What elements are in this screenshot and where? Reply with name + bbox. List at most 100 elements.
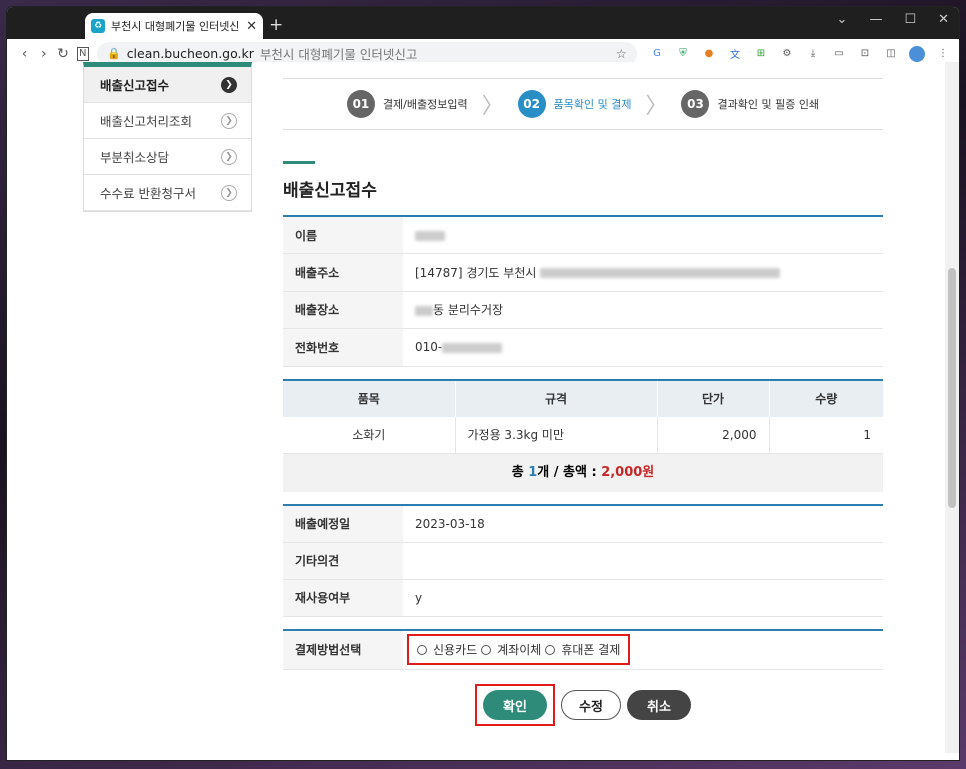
address-value: [14787] 경기도 부천시 (403, 253, 883, 292)
place-value: 동 분리수거장 (403, 291, 883, 329)
site-favicon-icon: ♻ (91, 19, 105, 33)
table-row: 배출주소 [14787] 경기도 부천시 (283, 253, 883, 292)
sidebar-menu: 배출신고접수 ❯ 배출신고처리조회 ❯ 부분취소상담 ❯ 수수료 반환청구서 ❯ (83, 62, 252, 212)
back-icon[interactable]: ‹ (15, 46, 34, 62)
reuse-label: 재사용여부 (283, 579, 403, 617)
confirm-highlight: 확인 (475, 684, 555, 726)
table-row: 배출장소 동 분리수거장 (283, 291, 883, 329)
sidebar-item-partial-cancel[interactable]: 부분취소상담 ❯ (84, 139, 251, 175)
col-item: 품목 (283, 379, 456, 417)
sidebar-item-report[interactable]: 배출신고접수 ❯ (84, 67, 251, 103)
name-value (403, 216, 883, 254)
total-mid: 개 / 총액 : (537, 465, 602, 480)
step-1: 01 결제/배출정보입력 (346, 90, 468, 118)
scrollbar-thumb[interactable] (948, 268, 956, 508)
step-label: 결제/배출정보입력 (382, 98, 468, 111)
redacted-text (540, 268, 781, 279)
total-count: 1 (528, 465, 538, 480)
sidebar-item-refund[interactable]: 수수료 반환청구서 ❯ (84, 175, 251, 211)
table-row: 이름 (283, 216, 883, 254)
payment-table: 결제방법선택 신용카드 계좌이체 휴대폰 결제 (283, 628, 883, 670)
table-header-row: 품목 규격 단가 수량 (283, 379, 883, 417)
minimize-icon[interactable]: — (869, 12, 882, 27)
step-3: 03 결과확인 및 필증 인쇄 (681, 90, 819, 118)
maximize-icon[interactable]: ☐ (904, 12, 916, 27)
section-title: 배출신고접수 (283, 181, 377, 201)
page-scrollbar[interactable] (945, 62, 959, 753)
memo-value (403, 542, 883, 580)
window-controls: ⌄ — ☐ ✕ (837, 12, 949, 27)
arrow-right-icon: ❯ (221, 148, 237, 165)
address-prefix: [14787] 경기도 부천시 (415, 265, 537, 280)
extension-g-icon[interactable]: G (649, 46, 665, 62)
payment-label: 결제방법선택 (283, 629, 403, 670)
tab-search-icon[interactable]: ⌄ (837, 12, 848, 27)
reload-icon[interactable]: ↻ (53, 46, 72, 62)
puzzle-icon[interactable]: ⚙ (779, 46, 795, 62)
menu-dots-icon[interactable]: ⋮ (935, 46, 951, 62)
sidebar-item-label: 배출신고처리조회 (100, 114, 193, 129)
browser-tab[interactable]: ♻ 부천시 대형폐기물 인터넷신 ✕ (85, 13, 263, 39)
side-panel-icon[interactable]: ◫ (883, 46, 899, 62)
lock-icon[interactable]: 🔒 (107, 47, 121, 60)
sidebar-item-lookup[interactable]: 배출신고처리조회 ❯ (84, 103, 251, 139)
extension-person-icon[interactable]: ● (701, 46, 717, 62)
step-2: 02 품목확인 및 결제 (517, 90, 632, 118)
new-tab-icon[interactable]: + (269, 15, 283, 35)
table-row: 배출예정일 2023-03-18 (283, 505, 883, 543)
radio-bank-transfer[interactable] (481, 644, 492, 655)
step-label: 품목확인 및 결제 (553, 98, 632, 111)
redacted-text (442, 342, 503, 353)
total-summary: 총 1개 / 총액 : 2,000원 (283, 454, 883, 492)
cancel-button[interactable]: 취소 (627, 690, 691, 720)
phone-label: 전화번호 (283, 328, 403, 367)
name-label: 이름 (283, 216, 403, 254)
payment-options: 신용카드 계좌이체 휴대폰 결제 (407, 634, 631, 666)
bookmark-star-icon[interactable]: ☆ (616, 46, 627, 61)
edit-button[interactable]: 수정 (561, 690, 621, 720)
payment-options-cell: 신용카드 계좌이체 휴대폰 결제 (403, 629, 883, 670)
applicant-info-table: 이름 배출주소 [14787] 경기도 부천시 배출장소 동 분리수거장 전화번… (283, 215, 883, 367)
section-accent-line (283, 161, 315, 164)
main-content: 01 결제/배출정보입력 〉 02 품목확인 및 결제 〉 03 결과확인 및 … (283, 62, 883, 726)
shield-icon[interactable]: ⛨ (675, 46, 691, 62)
forward-icon[interactable]: › (34, 46, 53, 62)
download-icon[interactable]: ⤓ (805, 46, 821, 62)
close-window-icon[interactable]: ✕ (938, 12, 949, 27)
extension-icons: G ⛨ ● 文 ⊞ ⚙ ⤓ ▭ ⊡ ◫ ⋮ (649, 45, 951, 62)
step-number: 01 (346, 90, 375, 118)
translate-icon[interactable]: 文 (727, 46, 743, 62)
items-table: 품목 규격 단가 수량 소화기 가정용 3.3kg 미만 2,000 1 (283, 378, 883, 454)
action-buttons: 확인 수정 취소 (283, 684, 883, 726)
screenshot-icon[interactable]: ⊡ (857, 46, 873, 62)
place-text: 동 분리수거장 (433, 303, 504, 318)
total-prefix: 총 (511, 465, 529, 480)
sidebar-item-label: 부분취소상담 (100, 150, 170, 165)
url-host: clean.bucheon.go.kr (126, 46, 254, 61)
col-qty: 수량 (769, 379, 883, 417)
step-label: 결과확인 및 필증 인쇄 (717, 98, 820, 111)
url-page-title: 부천시 대형폐기물 인터넷신고 (259, 47, 418, 62)
radio-credit-card[interactable] (417, 644, 427, 655)
memo-label: 기타의견 (283, 542, 403, 580)
place-label: 배출장소 (283, 291, 403, 329)
redacted-text (415, 305, 433, 316)
arrow-right-icon: ❯ (221, 184, 237, 201)
confirm-button[interactable]: 확인 (483, 690, 547, 720)
extension-plus-icon[interactable]: ⊞ (753, 46, 769, 62)
profile-avatar-icon[interactable] (908, 45, 925, 62)
price-cell: 2,000 (657, 416, 770, 454)
table-row: 기타의견 (283, 542, 883, 580)
table-row: 소화기 가정용 3.3kg 미만 2,000 1 (283, 416, 883, 454)
total-amount: 2,000원 (601, 465, 655, 480)
option-label: 휴대폰 결제 (561, 643, 621, 658)
extra-info-table: 배출예정일 2023-03-18 기타의견 재사용여부 y (283, 504, 883, 617)
phone-prefix: 010- (415, 340, 443, 355)
arrow-right-icon: ❯ (221, 76, 237, 93)
close-tab-icon[interactable]: ✕ (246, 19, 257, 34)
radio-mobile-payment[interactable] (545, 644, 556, 655)
n-extension-icon[interactable]: N (76, 46, 89, 61)
tab-bar: ♻ 부천시 대형폐기물 인터넷신 ✕ + ⌄ — ☐ ✕ (7, 7, 959, 39)
item-cell: 소화기 (283, 416, 456, 454)
cast-icon[interactable]: ▭ (831, 46, 847, 62)
